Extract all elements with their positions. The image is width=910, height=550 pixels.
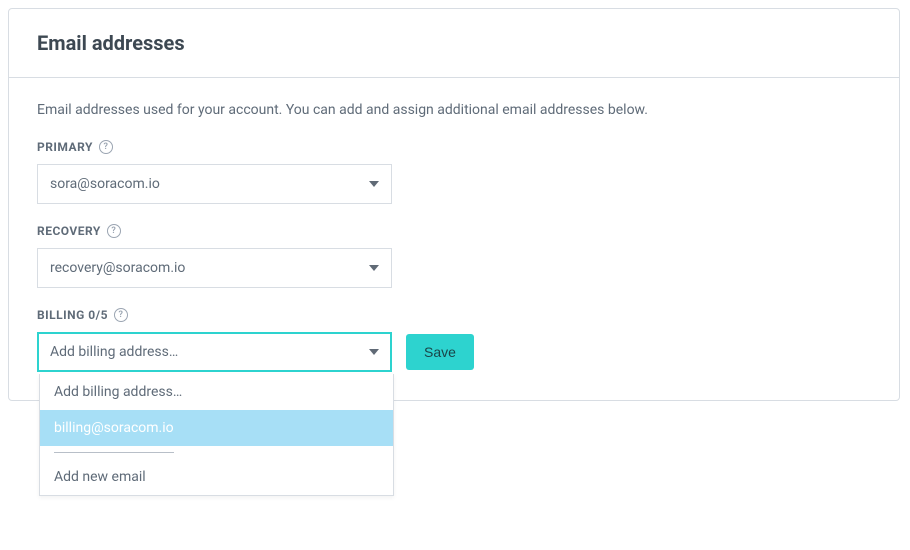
primary-label: PRIMARY ? — [37, 140, 871, 154]
recovery-select[interactable]: recovery@soracom.io — [37, 248, 392, 288]
dropdown-divider — [54, 452, 174, 453]
recovery-label-text: RECOVERY — [37, 224, 101, 238]
billing-select-placeholder: Add billing address… — [50, 344, 178, 360]
primary-select-value: sora@soracom.io — [50, 176, 160, 192]
help-icon[interactable]: ? — [107, 224, 121, 238]
billing-label: BILLING 0/5 ? — [37, 308, 871, 322]
billing-label-text: BILLING 0/5 — [37, 308, 108, 322]
save-button[interactable]: Save — [406, 334, 474, 370]
billing-field-group: BILLING 0/5 ? Add billing address… Add b… — [37, 308, 871, 372]
recovery-select-value: recovery@soracom.io — [50, 260, 185, 276]
email-addresses-panel: Email addresses Email addresses used for… — [8, 8, 900, 401]
panel-body: Email addresses used for your account. Y… — [9, 78, 899, 400]
chevron-down-icon — [369, 265, 379, 271]
primary-field-group: PRIMARY ? sora@soracom.io — [37, 140, 871, 204]
primary-select[interactable]: sora@soracom.io — [37, 164, 392, 204]
panel-title: Email addresses — [37, 31, 871, 55]
panel-description: Email addresses used for your account. Y… — [37, 102, 871, 118]
dropdown-item-billing-email[interactable]: billing@soracom.io — [40, 410, 393, 446]
dropdown-item-add-new[interactable]: Add new email — [40, 459, 393, 495]
recovery-field-group: RECOVERY ? recovery@soracom.io — [37, 224, 871, 288]
dropdown-item-placeholder[interactable]: Add billing address… — [40, 374, 393, 410]
panel-header: Email addresses — [9, 9, 899, 78]
chevron-down-icon — [369, 349, 379, 355]
primary-label-text: PRIMARY — [37, 140, 93, 154]
recovery-label: RECOVERY ? — [37, 224, 871, 238]
chevron-down-icon — [369, 181, 379, 187]
help-icon[interactable]: ? — [114, 308, 128, 322]
billing-dropdown: Add billing address… billing@soracom.io … — [39, 374, 394, 496]
billing-select[interactable]: Add billing address… Add billing address… — [37, 332, 392, 372]
help-icon[interactable]: ? — [99, 140, 113, 154]
